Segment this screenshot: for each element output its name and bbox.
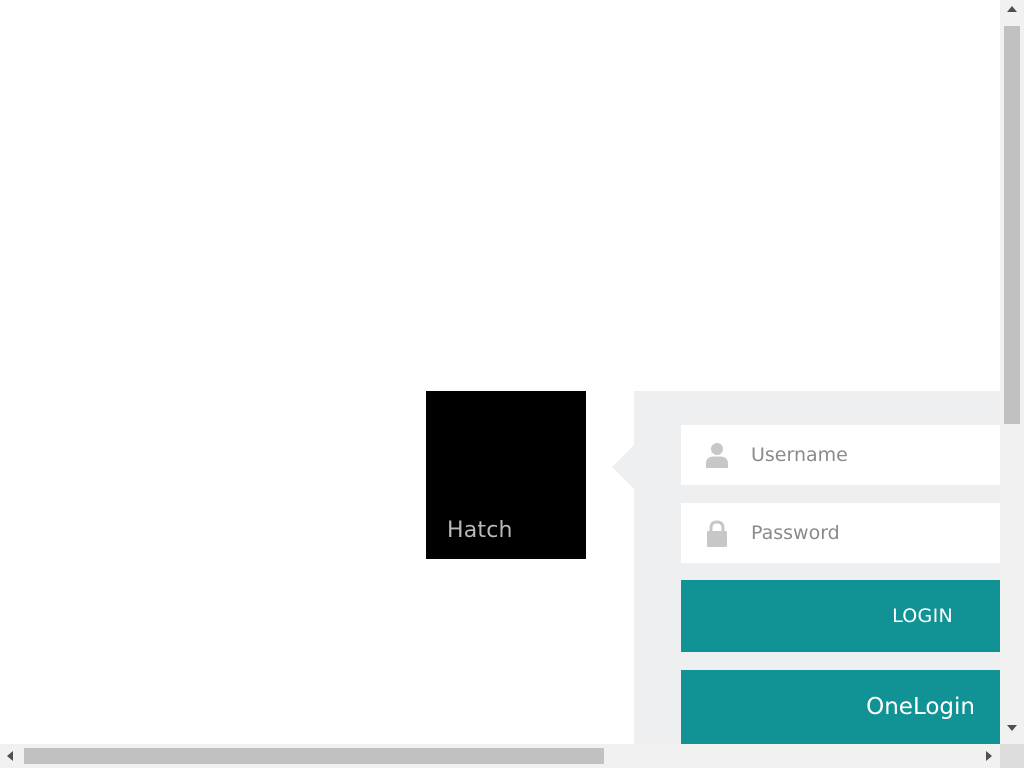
vertical-scrollbar[interactable]	[1000, 0, 1024, 744]
scroll-right-icon[interactable]	[986, 751, 992, 761]
password-field[interactable]	[681, 503, 1000, 563]
page-viewport: Hatch LOGIN OneLogin	[0, 0, 1000, 744]
scrollbar-corner	[1000, 744, 1024, 768]
brand-name: Hatch	[447, 518, 513, 543]
lock-icon	[704, 519, 730, 547]
user-icon	[704, 441, 730, 469]
login-panel: LOGIN OneLogin	[612, 391, 1000, 744]
panel-pointer-arrow	[612, 445, 634, 489]
vertical-scroll-thumb[interactable]	[1004, 26, 1020, 424]
password-input[interactable]	[751, 503, 991, 563]
scroll-up-icon[interactable]	[1007, 6, 1017, 12]
username-field[interactable]	[681, 425, 1000, 485]
horizontal-scrollbar[interactable]	[0, 744, 1000, 768]
scroll-down-icon[interactable]	[1007, 725, 1017, 731]
scroll-left-icon[interactable]	[7, 751, 13, 761]
horizontal-scroll-thumb[interactable]	[24, 748, 604, 764]
brand-logo-tile: Hatch	[426, 391, 586, 559]
onelogin-button[interactable]: OneLogin	[681, 670, 1000, 744]
username-input[interactable]	[751, 425, 991, 485]
login-button[interactable]: LOGIN	[681, 580, 1000, 652]
